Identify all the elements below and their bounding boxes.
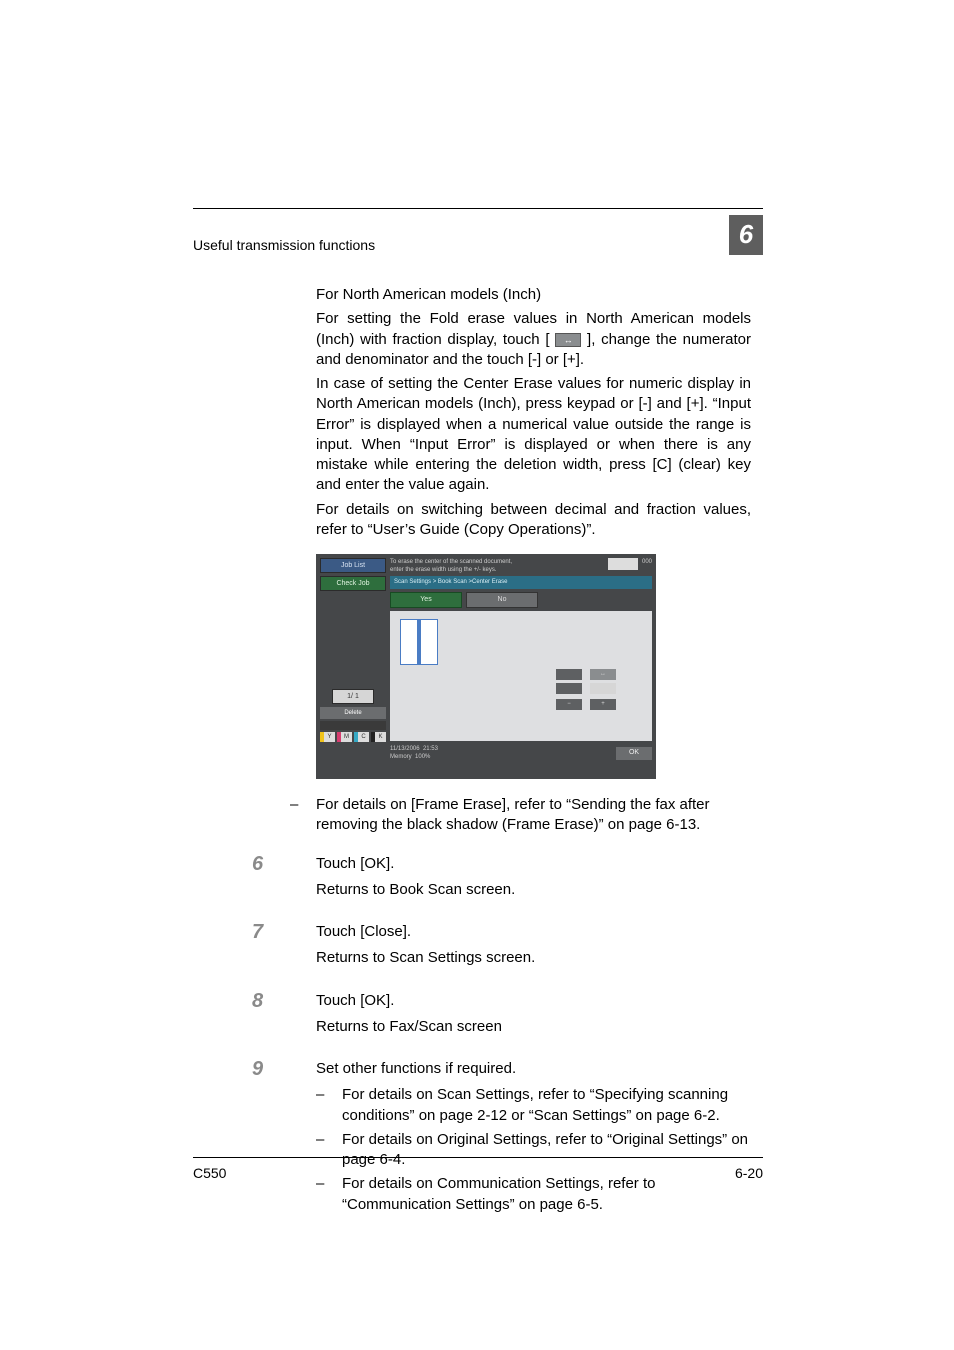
step-main-text: Touch [OK]. xyxy=(316,854,751,874)
step-result-text: Returns to Scan Settings screen. xyxy=(316,948,751,968)
fraction-denom-display xyxy=(556,683,582,694)
step-number: 6 xyxy=(252,854,316,905)
toner-c-icon: C xyxy=(354,732,369,742)
intro-para-3: In case of setting the Center Erase valu… xyxy=(316,374,751,496)
fraction-toggle-button[interactable]: ↔ xyxy=(590,669,616,680)
step-6: 6 Touch [OK]. Returns to Book Scan scree… xyxy=(252,854,763,905)
page-indicator: 1/ 1 xyxy=(332,689,374,704)
step-main-text: Touch [Close]. xyxy=(316,922,751,942)
value-display xyxy=(590,683,616,694)
job-list-button[interactable]: Job List xyxy=(320,558,386,573)
book-preview-icon xyxy=(400,619,438,665)
step-main-text: Touch [OK]. xyxy=(316,991,751,1011)
intro-line-1: For North American models (Inch) xyxy=(316,285,751,305)
step-number: 9 xyxy=(252,1059,316,1215)
erase-preview-canvas: ↔ − + xyxy=(390,611,652,741)
status-datetime: 11/13/2006 21:53 Memory 100% xyxy=(390,745,438,761)
minus-button[interactable]: − xyxy=(556,699,582,710)
toner-y-icon: Y xyxy=(320,732,335,742)
intro-para-4: For details on switching between decimal… xyxy=(316,500,751,541)
step-result-text: Returns to Book Scan screen. xyxy=(316,880,751,900)
ok-button[interactable]: OK xyxy=(616,747,652,760)
step-main-text: Set other functions if required. xyxy=(316,1059,751,1079)
dest-count-value: 000 xyxy=(642,558,652,566)
plus-button[interactable]: + xyxy=(590,699,616,710)
device-screenshot: Job List Check Job 1/ 1 Delete Y M C K T… xyxy=(316,554,656,779)
delete-button[interactable]: Delete xyxy=(320,707,386,719)
step-bullet: For details on Scan Settings, refer to “… xyxy=(342,1085,751,1126)
screen-breadcrumb: Scan Settings > Book Scan >Center Erase xyxy=(390,576,652,589)
step-7: 7 Touch [Close]. Returns to Scan Setting… xyxy=(252,922,763,973)
step-9: 9 Set other functions if required. – For… xyxy=(252,1059,763,1215)
check-job-button[interactable]: Check Job xyxy=(320,576,386,591)
yes-tab[interactable]: Yes xyxy=(390,592,462,608)
step-result-text: Returns to Fax/Scan screen xyxy=(316,1017,751,1037)
toggle-icon: ↔ xyxy=(555,333,581,347)
toner-k-icon: K xyxy=(371,732,386,742)
frame-erase-note: For details on [Frame Erase], refer to “… xyxy=(316,795,751,836)
footer-page: 6-20 xyxy=(735,1164,763,1183)
bullet-dash: – xyxy=(290,795,316,836)
chapter-number-badge: 6 xyxy=(729,215,763,255)
step-number: 8 xyxy=(252,991,316,1042)
check-settings-button[interactable] xyxy=(320,721,386,730)
dest-count-badge xyxy=(608,558,638,570)
intro-para-2: For setting the Fold erase values in Nor… xyxy=(316,309,751,370)
bullet-dash: – xyxy=(316,1085,342,1126)
screen-instruction: To erase the center of the scanned docum… xyxy=(390,558,512,576)
no-tab[interactable]: No xyxy=(466,592,538,608)
toner-m-icon: M xyxy=(337,732,352,742)
footer-model: C550 xyxy=(193,1164,226,1183)
section-title: Useful transmission functions xyxy=(193,236,375,255)
step-number: 7 xyxy=(252,922,316,973)
step-8: 8 Touch [OK]. Returns to Fax/Scan screen xyxy=(252,991,763,1042)
fraction-display xyxy=(556,669,582,680)
